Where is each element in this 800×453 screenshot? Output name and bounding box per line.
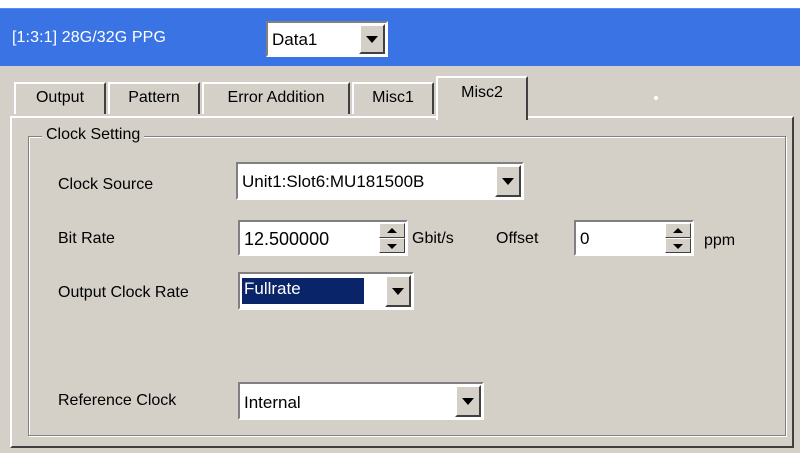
chevron-down-icon[interactable] (495, 165, 521, 197)
chevron-down-icon[interactable] (385, 275, 411, 307)
tab-misc1[interactable]: Misc1 (352, 82, 434, 114)
tab-pattern[interactable]: Pattern (108, 82, 200, 114)
module-title: [1:3:1] 28G/32G PPG (12, 29, 166, 46)
tab-pattern-label: Pattern (128, 89, 180, 106)
clock-source-select[interactable]: Unit1:Slot6:MU181500B (236, 162, 524, 200)
bit-rate-spinner[interactable] (379, 223, 405, 253)
tab-output[interactable]: Output (14, 82, 106, 114)
bit-rate-unit: Gbit/s (412, 230, 454, 247)
chevron-down-icon[interactable] (455, 385, 481, 417)
tab-misc2-label: Misc2 (461, 84, 503, 101)
tab-error-addition-label: Error Addition (227, 89, 325, 106)
offset-unit: ppm (704, 232, 736, 249)
bit-rate-value: 12.500000 (244, 229, 330, 249)
tab-error-addition[interactable]: Error Addition (202, 82, 350, 114)
offset-spinner[interactable] (665, 223, 691, 253)
data-channel-select[interactable]: Data1 (266, 21, 388, 57)
clock-source-value: Unit1:Slot6:MU181500B (242, 172, 425, 191)
offset-label: Offset (496, 230, 539, 247)
decrement-icon[interactable] (665, 238, 691, 253)
tab-output-label: Output (35, 89, 85, 106)
bit-rate-input[interactable]: 12.500000 (238, 220, 408, 256)
increment-icon[interactable] (379, 223, 405, 238)
reference-clock-label: Reference Clock (58, 392, 177, 409)
module-header: [1:3:1] 28G/32G PPG Data1 (0, 8, 800, 66)
tab-bar: Output Pattern Error Addition Misc1 Misc… (0, 66, 800, 120)
clock-setting-legend: Clock Setting (42, 126, 145, 144)
offset-value: 0 (580, 229, 590, 248)
bottom-strip (0, 448, 800, 453)
data-channel-value: Data1 (272, 30, 318, 49)
decorative-dot (654, 96, 658, 100)
increment-icon[interactable] (665, 223, 691, 238)
output-clock-rate-label: Output Clock Rate (58, 284, 189, 301)
reference-clock-value: Internal (244, 393, 301, 412)
tab-misc2[interactable]: Misc2 (436, 76, 528, 120)
bit-rate-label: Bit Rate (58, 230, 115, 247)
clock-source-label: Clock Source (58, 176, 154, 193)
output-clock-rate-select[interactable]: Fullrate (238, 272, 414, 310)
tab-misc1-label: Misc1 (372, 89, 414, 106)
output-clock-rate-value: Fullrate (242, 278, 364, 304)
chevron-down-icon[interactable] (359, 24, 385, 54)
decrement-icon[interactable] (379, 238, 405, 253)
top-strip (0, 0, 800, 8)
reference-clock-select[interactable]: Internal (238, 382, 484, 420)
offset-input[interactable]: 0 (574, 220, 694, 256)
